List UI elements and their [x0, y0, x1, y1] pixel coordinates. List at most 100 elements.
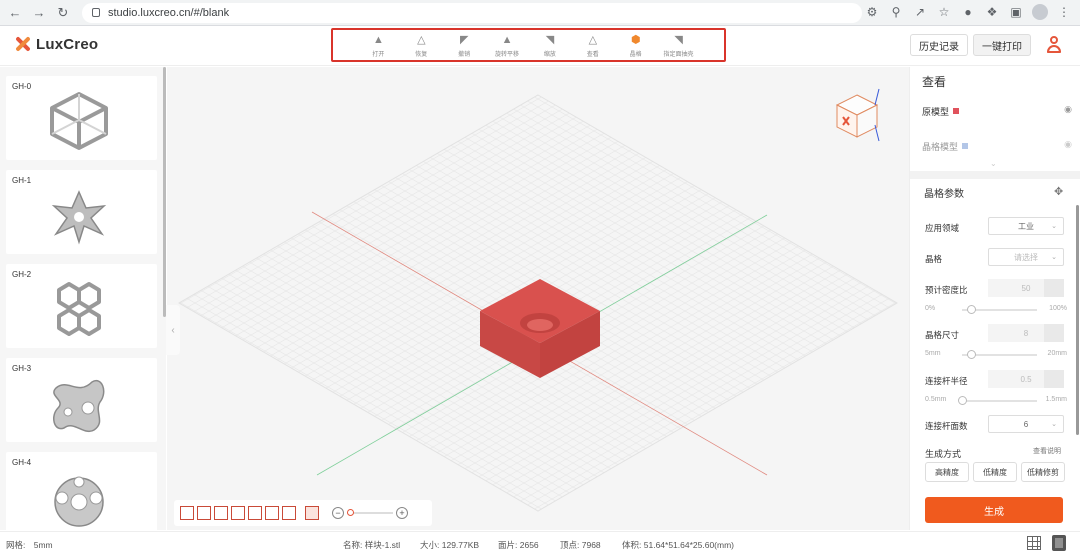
restore-icon: △ — [417, 34, 426, 46]
mode-low-precision-button[interactable]: 低精度 — [973, 462, 1017, 482]
chevron-down-icon: ⌄ — [1051, 421, 1057, 428]
sphere-lattice-icon — [54, 476, 104, 527]
tool-undo[interactable]: ◤ 撤销 — [447, 33, 481, 58]
right-panel-scrollbar[interactable] — [1076, 205, 1079, 435]
undo-icon: ◤ — [459, 34, 469, 46]
density-input[interactable]: 50 — [988, 279, 1064, 297]
library-item[interactable]: GH-4 — [6, 452, 157, 530]
view-bottom-icon[interactable] — [265, 506, 279, 520]
3d-viewport[interactable] — [167, 67, 909, 530]
view-iso-icon[interactable] — [282, 506, 296, 520]
bookmark-star-icon[interactable]: ☆ — [936, 4, 952, 20]
view-back-icon[interactable] — [197, 506, 211, 520]
user-icon[interactable] — [1045, 35, 1063, 55]
zoom-slider[interactable] — [347, 509, 393, 516]
zoom-out-icon[interactable]: − — [332, 507, 344, 519]
view-top-icon[interactable] — [248, 506, 262, 520]
lattice-model-row: 晶格模型 ◉ — [922, 139, 1072, 152]
faces-field: 面片: 2656 — [498, 540, 539, 550]
rotate-move-icon: ▲ — [501, 33, 513, 46]
app-header: LuxCreo ▲ 打开 △ 恢复 ◤ 撤销 ▲ 旋转平移 ◥ 缩放 △ 查看 ⬢ 晶格 ◥ 指… — [0, 26, 1080, 66]
scale-icon: ◥ — [545, 34, 555, 46]
lattice-select[interactable]: 请选择 ⌄ — [988, 248, 1064, 266]
view-right-icon[interactable] — [231, 506, 245, 520]
browser-chrome: ← → ↻ studio.luxcreo.cn/#/blank ⚙ ⚲ ↗ ☆ … — [0, 0, 1080, 26]
collapse-library-button[interactable]: ‹ — [166, 305, 180, 355]
one-click-print-button[interactable]: 一键打印 — [973, 34, 1031, 56]
model-view-icon[interactable] — [1052, 535, 1066, 551]
rod-radius-slider[interactable]: 0.5mm 1.5mm — [925, 396, 1067, 406]
zoom-icon[interactable]: ⚲ — [888, 4, 904, 20]
view-left-icon[interactable] — [214, 506, 228, 520]
cell-size-input[interactable]: 8 — [988, 324, 1064, 342]
history-button[interactable]: 历史记录 — [910, 34, 968, 56]
section-divider — [910, 171, 1080, 179]
url-text: studio.luxcreo.cn/#/blank — [108, 6, 230, 19]
lattice-params-title: 晶格参数 — [924, 189, 964, 200]
profile-avatar-icon[interactable] — [1032, 4, 1048, 20]
view-panel-title: 查看 — [922, 75, 947, 89]
library-item[interactable]: GH-0 — [6, 76, 157, 160]
address-bar[interactable]: studio.luxcreo.cn/#/blank — [82, 2, 862, 23]
translate-icon[interactable]: ⚙ — [864, 4, 880, 20]
tool-restore[interactable]: △ 恢复 — [404, 33, 438, 58]
mode-low-precision-trim-button[interactable]: 低精修剪 — [1021, 462, 1065, 482]
library-item[interactable]: GH-2 — [6, 264, 157, 348]
move-icon[interactable]: ✥ — [1054, 185, 1063, 198]
view-toolbar: − + — [174, 500, 432, 526]
vertices-field: 顶点: 7968 — [560, 540, 601, 550]
name-field: 名称: 样块-1.stl — [343, 540, 401, 550]
luxcreo-logo-icon — [14, 35, 32, 53]
tool-scale[interactable]: ◥ 缩放 — [533, 33, 567, 58]
reload-icon[interactable]: ↻ — [54, 4, 72, 22]
cell-size-slider[interactable]: 5mm 20mm — [925, 350, 1067, 360]
library-scrollbar[interactable] — [163, 67, 166, 317]
eye-icon[interactable]: ◉ — [1064, 139, 1072, 150]
grid-label: 网格: 5mm — [6, 540, 53, 550]
density-slider[interactable]: 0% 100% — [925, 305, 1067, 315]
density-label: 预计密度比 — [925, 285, 968, 295]
chevron-down-icon[interactable]: ⌄ — [990, 159, 997, 168]
open-file-icon: ▲ — [372, 33, 384, 46]
application-select[interactable]: 工业 ⌄ — [988, 217, 1064, 235]
application-label: 应用领域 — [925, 223, 960, 233]
extensions-puzzle-icon[interactable]: ❖ — [984, 4, 1000, 20]
library-item[interactable]: GH-1 — [6, 170, 157, 254]
cell-size-label: 晶格尺寸 — [925, 330, 960, 340]
generate-button[interactable]: 生成 — [925, 497, 1063, 523]
view-front-icon[interactable] — [180, 506, 194, 520]
view-icon: △ — [588, 34, 598, 46]
tool-open[interactable]: ▲ 打开 — [361, 33, 395, 58]
menu-dots-icon[interactable]: ⋮ — [1056, 4, 1072, 20]
shell-face-icon: ◥ — [674, 34, 683, 46]
mode-high-precision-button[interactable]: 高精度 — [925, 462, 969, 482]
library-item[interactable]: GH-3 — [6, 358, 157, 442]
original-model-row: 原模型 ◉ — [922, 104, 1072, 117]
share-icon[interactable]: ↗ — [912, 4, 928, 20]
status-bar: 网格: 5mm 名称: 样块-1.stl 大小: 129.77KB 面片: 26… — [0, 531, 1080, 555]
zoom-in-icon[interactable]: + — [396, 507, 408, 519]
forward-icon[interactable]: → — [30, 4, 48, 22]
hexagon-lattice-icon — [57, 282, 101, 336]
build-plate — [178, 88, 898, 512]
side-panel-icon[interactable]: ▣ — [1008, 4, 1024, 20]
tool-rotate-move[interactable]: ▲ 旋转平移 — [490, 33, 524, 58]
volume-field: 体积: 51.64*51.64*25.60(mm) — [622, 540, 735, 550]
view-explanation-link[interactable]: 查看说明 — [1033, 446, 1061, 456]
rod-radius-input[interactable]: 0.5 — [988, 370, 1064, 388]
right-panel: 查看 原模型 ◉ 晶格模型 ◉ ⌄ 晶格参数 ✥ 应用领域 工业 ⌄ 晶格 请选择… — [909, 67, 1080, 530]
gyroid-lattice-icon — [53, 379, 105, 433]
eye-icon[interactable]: ◉ — [1064, 104, 1072, 115]
grid-toggle-icon[interactable] — [1027, 536, 1041, 550]
size-field: 大小: 129.77KB — [420, 540, 480, 550]
star-lattice-icon — [51, 190, 107, 245]
tool-lattice[interactable]: ⬢ 晶格 — [619, 33, 653, 58]
main-toolbar: ▲ 打开 △ 恢复 ◤ 撤销 ▲ 旋转平移 ◥ 缩放 △ 查看 ⬢ 晶格 ◥ 指定面抽壳 — [331, 28, 726, 62]
back-icon[interactable]: ← — [6, 4, 24, 22]
rod-faces-select[interactable]: 6 ⌄ — [988, 415, 1064, 433]
orientation-cube[interactable] — [835, 88, 880, 142]
tool-view[interactable]: △ 查看 — [576, 33, 610, 58]
tool-shell-face[interactable]: ◥ 指定面抽壳 — [662, 33, 696, 58]
view-frame-icon[interactable] — [305, 506, 319, 520]
extension-circle-icon[interactable]: ● — [960, 4, 976, 20]
